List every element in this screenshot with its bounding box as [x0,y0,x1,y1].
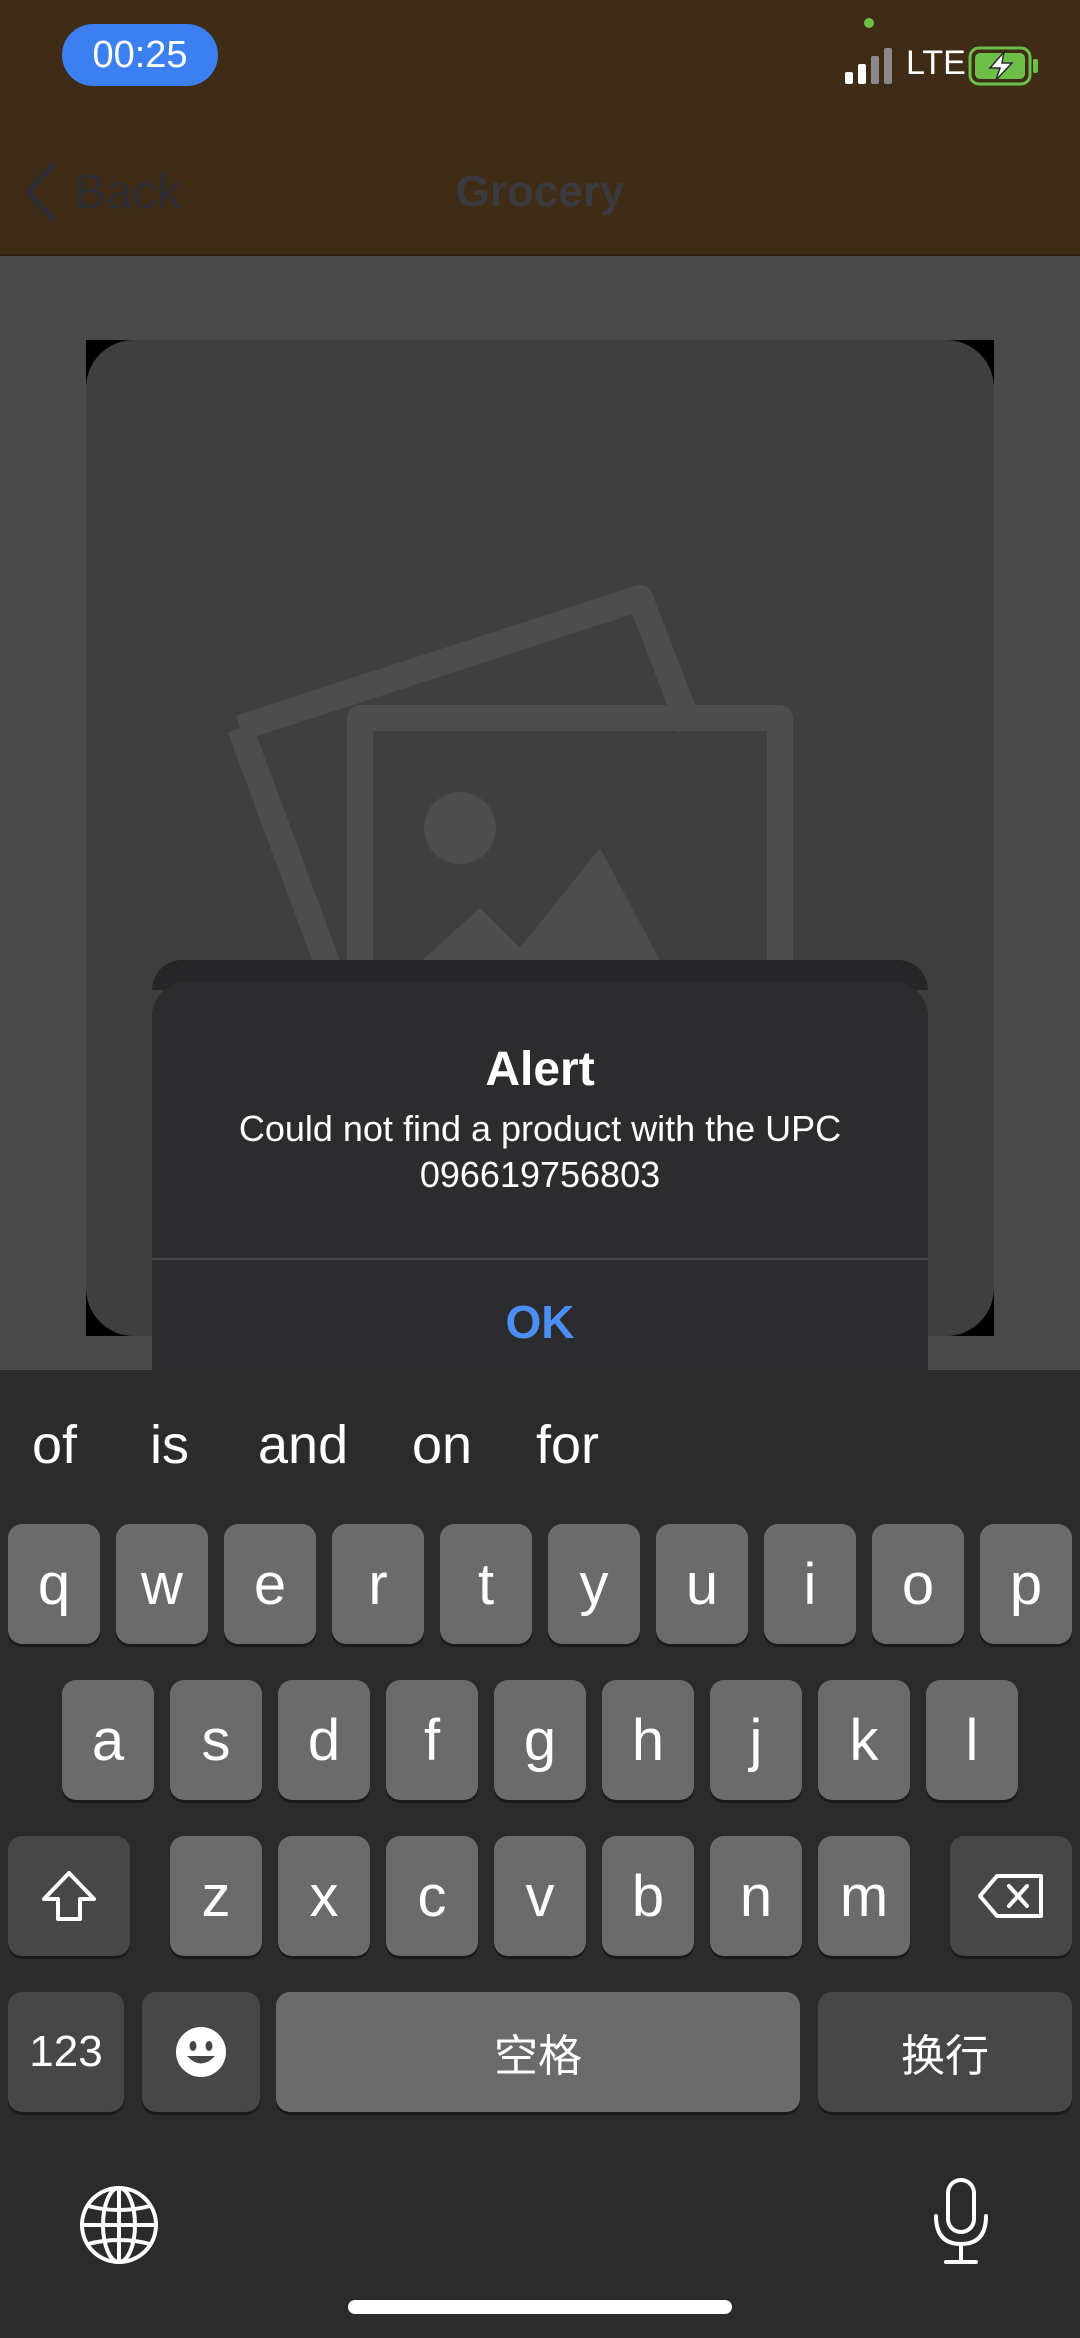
key-r[interactable]: r [332,1524,424,1644]
key-m[interactable]: m [818,1836,910,1956]
globe-icon[interactable] [78,2184,160,2266]
key-k[interactable]: k [818,1680,910,1800]
alert-dialog: Alert Could not find a product with the … [152,982,928,1382]
key-f[interactable]: f [386,1680,478,1800]
shift-key[interactable] [8,1836,130,1956]
suggestion-and[interactable]: and [258,1414,348,1476]
suggestion-of[interactable]: of [32,1414,77,1476]
key-a[interactable]: a [62,1680,154,1800]
microphone-icon[interactable] [930,2176,992,2266]
alert-title: Alert [485,1043,595,1096]
alert-message: Could not find a product with the UPC 09… [238,1108,842,1195]
home-indicator[interactable] [348,2300,732,2314]
return-key[interactable]: 换行 [818,1992,1072,2112]
space-key[interactable]: 空格 [276,1992,800,2112]
network-type: LTE [906,44,966,82]
key-x[interactable]: x [278,1836,370,1956]
key-t[interactable]: t [440,1524,532,1644]
key-z[interactable]: z [170,1836,262,1956]
key-u[interactable]: u [656,1524,748,1644]
shift-icon [42,1871,96,1921]
key-o[interactable]: o [872,1524,964,1644]
key-y[interactable]: y [548,1524,640,1644]
key-n[interactable]: n [710,1836,802,1956]
key-v[interactable]: v [494,1836,586,1956]
key-e[interactable]: e [224,1524,316,1644]
image-placeholder-icon [227,585,793,998]
alert-divider [152,1258,928,1260]
delete-icon [978,1874,1043,1918]
key-l[interactable]: l [926,1680,1018,1800]
signal-icon [845,48,892,84]
key-q[interactable]: q [8,1524,100,1644]
emoji-key[interactable] [142,1992,260,2112]
key-c[interactable]: c [386,1836,478,1956]
page-title: Grocery [455,167,625,216]
delete-key[interactable] [950,1836,1072,1956]
suggestion-is[interactable]: is [150,1414,189,1476]
key-w[interactable]: w [116,1524,208,1644]
numbers-key[interactable]: 123 [8,1992,124,2112]
privacy-indicator-dot [864,18,874,28]
key-i[interactable]: i [764,1524,856,1644]
key-d[interactable]: d [278,1680,370,1800]
key-g[interactable]: g [494,1680,586,1800]
key-j[interactable]: j [710,1680,802,1800]
status-time: 00:25 [62,24,218,86]
suggestion-bar: of is and on for [0,1370,1080,1520]
suggestion-for[interactable]: for [536,1414,599,1476]
key-s[interactable]: s [170,1680,262,1800]
key-h[interactable]: h [602,1680,694,1800]
battery-charging-icon [968,46,1038,86]
emoji-icon [176,2027,226,2077]
key-p[interactable]: p [980,1524,1072,1644]
key-b[interactable]: b [602,1836,694,1956]
keyboard: of is and on for q w e r t y u i o p a s… [0,1370,1080,2338]
alert-ok-button[interactable]: OK [152,1262,928,1382]
suggestion-on[interactable]: on [412,1414,472,1476]
